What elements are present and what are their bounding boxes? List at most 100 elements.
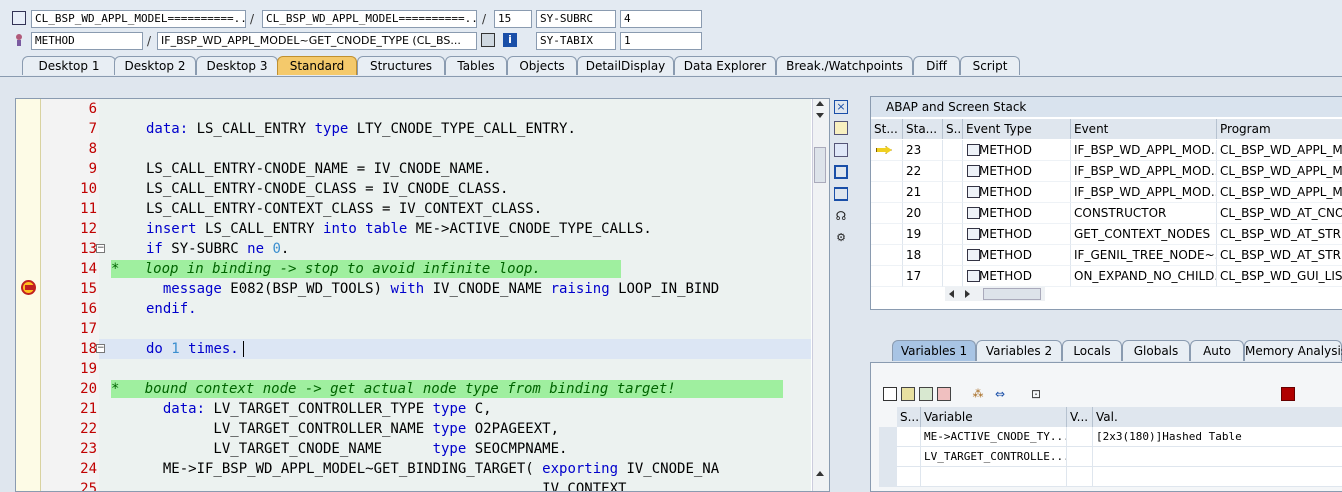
variable-value-cell[interactable]: [2x3(180)]Hashed Table [1093, 427, 1342, 447]
column-header[interactable]: Program [1217, 119, 1342, 139]
save-icon[interactable] [1281, 387, 1295, 401]
table-cell[interactable] [943, 140, 963, 161]
code-line[interactable]: data: LS_CALL_ENTRY type LTY_CNODE_TYPE_… [146, 119, 576, 139]
event-cell[interactable]: GET_CONTEXT_NODES [1071, 224, 1217, 245]
column-header[interactable]: Variable [921, 407, 1067, 427]
status-cell[interactable] [897, 427, 921, 447]
tab-objects[interactable]: Objects [507, 56, 577, 75]
remove-row-icon[interactable] [937, 387, 951, 401]
info-icon[interactable]: i [503, 33, 517, 47]
sysvar-value-1[interactable]: 4 [620, 10, 702, 28]
source-editor[interactable]: 6 7 8 9 10 11 12 13 14 15 16 17 18 19 20 21 22 23 24 25 dat… [15, 98, 830, 492]
line-field[interactable]: 15 [494, 10, 532, 28]
column-header[interactable]: Event [1071, 119, 1217, 139]
event-cell[interactable]: IF_GENIL_TREE_NODE~... [1071, 245, 1217, 266]
append-row-icon[interactable] [919, 387, 933, 401]
table-cell[interactable] [871, 266, 903, 287]
program-field[interactable]: CL_BSP_WD_APPL_MODEL==========... [31, 10, 246, 28]
event-cell[interactable]: IF_BSP_WD_APPL_MOD... [1071, 182, 1217, 203]
table-cell[interactable] [943, 266, 963, 287]
breakpoint-gutter[interactable] [16, 99, 41, 491]
scroll-thumb[interactable] [814, 147, 826, 183]
structure-icon[interactable]: ⁂ [971, 387, 985, 401]
tab-desktop-3[interactable]: Desktop 3 [196, 56, 278, 75]
tab-auto[interactable]: Auto [1190, 340, 1244, 361]
code-line[interactable]: do 1 times. [146, 339, 239, 359]
event-type-field[interactable]: METHOD [31, 32, 143, 50]
include-field[interactable]: CL_BSP_WD_APPL_MODEL==========... [262, 10, 477, 28]
column-header[interactable]: S... [897, 407, 921, 427]
tab-locals[interactable]: Locals [1062, 340, 1122, 361]
code-line[interactable]: message E082(BSP_WD_TOOLS) with IV_CNODE… [146, 279, 719, 299]
sysvar-name-2[interactable]: SY-TABIX [536, 32, 616, 50]
tab-detail-display[interactable]: DetailDisplay [577, 56, 674, 75]
tab-breakpoints[interactable]: Break./Watchpoints [776, 56, 913, 75]
scroll-left-icon[interactable] [949, 290, 954, 298]
variable-type-cell[interactable] [1067, 447, 1093, 467]
insert-row-icon[interactable] [901, 387, 915, 401]
tab-memory-analysis[interactable]: Memory Analysis [1244, 340, 1342, 361]
column-header[interactable]: Sta... [903, 119, 943, 139]
new-tool-icon[interactable] [834, 121, 848, 135]
code-line[interactable]: LV_TARGET_CNODE_NAME type SEOCMPNAME. [146, 439, 567, 459]
editor-scrollbar[interactable] [812, 99, 829, 491]
tab-structures[interactable]: Structures [357, 56, 445, 75]
variable-name-cell[interactable] [921, 467, 1067, 487]
code-line[interactable]: if SY-SUBRC ne 0. [146, 239, 289, 259]
program-cell[interactable]: CL_BSP_WD_GUI_LIST [1217, 266, 1342, 287]
variable-type-cell[interactable] [1067, 427, 1093, 447]
event-field[interactable]: IF_BSP_WD_APPL_MODEL~GET_CNODE_TYPE (CL_… [157, 32, 477, 50]
code-line[interactable]: ME->IF_BSP_WD_APPL_MODEL~GET_BINDING_TAR… [146, 459, 719, 479]
tab-globals[interactable]: Globals [1122, 340, 1190, 361]
code-line[interactable]: LS_CALL_ENTRY-CNODE_CLASS = IV_CNODE_CLA… [146, 179, 508, 199]
stack-hscroll[interactable] [945, 287, 1045, 301]
table-cell[interactable] [871, 203, 903, 224]
column-header[interactable]: Event Type [963, 119, 1071, 139]
event-cell[interactable]: ON_EXPAND_NO_CHILD... [1071, 266, 1217, 287]
code-line[interactable]: IV_CONTEXT_ [146, 479, 635, 491]
event-type-cell[interactable]: METHOD [963, 203, 1071, 224]
scroll-down-icon[interactable] [816, 113, 824, 118]
event-cell[interactable]: CONSTRUCTOR [1071, 203, 1217, 224]
display-icon[interactable] [481, 33, 495, 47]
code-line[interactable]: LS_CALL_ENTRY-CNODE_NAME = IV_CNODE_NAME… [146, 159, 492, 179]
tab-variables-1[interactable]: Variables 1 [892, 340, 976, 361]
event-type-cell[interactable]: METHOD [963, 224, 1071, 245]
scroll-right-icon[interactable] [965, 290, 970, 298]
scroll-up-icon[interactable] [816, 101, 824, 106]
code-line[interactable]: LV_TARGET_CONTROLLER_NAME type O2PAGEEXT… [146, 419, 559, 439]
program-cell[interactable]: CL_BSP_WD_APPL_MO [1217, 140, 1342, 161]
row-selector[interactable] [879, 447, 897, 467]
services-icon[interactable]: ☊ [834, 209, 848, 223]
code-line[interactable]: * loop in binding -> stop to avoid infin… [111, 259, 541, 279]
tab-variables-2[interactable]: Variables 2 [976, 340, 1062, 361]
maximize-horizontal-icon[interactable] [834, 187, 848, 201]
event-type-cell[interactable]: METHOD [963, 140, 1071, 161]
folder-icon[interactable]: ⊡ [1029, 387, 1043, 401]
table-cell[interactable] [943, 182, 963, 203]
stack-level[interactable]: 21 [903, 182, 943, 203]
tab-tables[interactable]: Tables [445, 56, 507, 75]
row-selector[interactable] [879, 467, 897, 487]
tab-standard[interactable]: Standard [277, 56, 357, 75]
program-cell[interactable]: CL_BSP_WD_AT_STRU [1217, 245, 1342, 266]
program-cell[interactable]: CL_BSP_WD_AT_CNO [1217, 203, 1342, 224]
variable-value-cell[interactable] [1093, 467, 1342, 487]
navigate-icon[interactable]: ⇔ [993, 387, 1007, 401]
tab-desktop-1[interactable]: Desktop 1 [22, 56, 116, 75]
sysvar-name-1[interactable]: SY-SUBRC [536, 10, 616, 28]
event-type-cell[interactable]: METHOD [963, 245, 1071, 266]
swap-tool-icon[interactable] [834, 143, 848, 157]
settings-icon[interactable]: ⚙ [834, 231, 848, 245]
column-header[interactable]: S... [943, 119, 963, 139]
event-type-cell[interactable]: METHOD [963, 266, 1071, 287]
code-line[interactable]: endif. [146, 299, 197, 319]
table-cell[interactable] [943, 245, 963, 266]
close-icon[interactable]: × [834, 100, 848, 114]
tab-diff[interactable]: Diff [913, 56, 960, 75]
fold-toggle-icon[interactable]: − [96, 344, 105, 353]
tab-desktop-2[interactable]: Desktop 2 [114, 56, 196, 75]
column-header[interactable]: V... [1067, 407, 1093, 427]
code-line[interactable]: LS_CALL_ENTRY-CONTEXT_CLASS = IV_CONTEXT… [146, 199, 542, 219]
variable-name-cell[interactable]: LV_TARGET_CONTROLLE... [921, 447, 1067, 467]
